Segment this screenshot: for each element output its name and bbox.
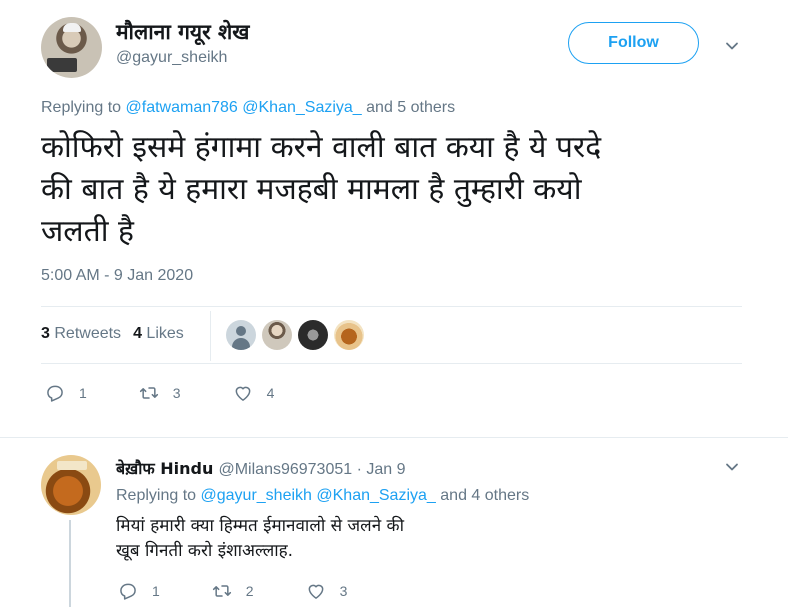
likes-label: Likes	[146, 325, 184, 342]
mention-link[interactable]: @Khan_Saziya_	[242, 99, 361, 116]
avatar-detail	[63, 23, 81, 32]
likes-stat[interactable]: 4 Likes	[133, 325, 184, 343]
like-icon	[306, 581, 326, 601]
retweet-count: 2	[245, 583, 254, 599]
chevron-down-icon[interactable]	[725, 39, 739, 53]
tweet-text-line: जलती है	[41, 214, 134, 249]
liker-avatar[interactable]	[298, 320, 328, 350]
tweet-text: कोफिरो इसमे हंगामा करने वाली बात कया है …	[41, 127, 741, 253]
retweets-stat[interactable]: 3 Retweets	[41, 325, 121, 343]
retweet-icon	[212, 581, 232, 601]
replying-prefix: Replying to	[116, 487, 197, 504]
divider	[41, 363, 742, 364]
liker-avatar[interactable]	[334, 320, 364, 350]
reply-tweet-text: मियां हमारी क्या हिम्मत ईमानवालो से जलने…	[116, 514, 616, 564]
reply-author-avatar[interactable]	[41, 455, 101, 515]
replying-suffix[interactable]: and 4 others	[440, 487, 529, 504]
reply-button[interactable]: 1	[45, 383, 87, 403]
liker-avatars	[226, 320, 364, 350]
mention-link[interactable]: @fatwaman786	[126, 99, 238, 116]
replying-suffix[interactable]: and 5 others	[366, 99, 455, 116]
avatar-detail	[47, 58, 77, 72]
retweets-count: 3	[41, 325, 50, 342]
like-button[interactable]: 4	[233, 383, 275, 403]
like-count: 3	[339, 583, 348, 599]
reply-icon	[118, 581, 138, 601]
tweet-text-line: मियां हमारी क्या हिम्मत ईमानवालो से जलने…	[116, 516, 404, 536]
retweet-icon	[139, 383, 159, 403]
like-button[interactable]: 3	[306, 581, 348, 601]
reply-author-handle-date[interactable]: @Milans96973051 · Jan 9	[218, 461, 405, 478]
tweet-text-line: खूब गिनती करो इंशाअल्लाह.	[116, 541, 294, 561]
reply-author-name[interactable]: बेख़ौफ Hindu	[116, 459, 213, 478]
retweet-button[interactable]: 2	[212, 581, 254, 601]
author-avatar[interactable]	[41, 17, 102, 78]
reply-button[interactable]: 1	[118, 581, 160, 601]
tweet-text-line: कोफिरो इसमे हंगामा करने वाली बात कया है …	[41, 130, 602, 165]
like-count: 4	[266, 385, 275, 401]
tweet-stats: 3 Retweets 4 Likes	[41, 325, 184, 343]
likes-count: 4	[133, 325, 142, 342]
tweet-actions: 1 3 4	[45, 383, 274, 403]
like-icon	[233, 383, 253, 403]
author-handle[interactable]: @gayur_sheikh	[116, 49, 227, 67]
tweet-text-line: की बात है ये हमारा मजहबी मामला है तुम्हा…	[41, 172, 582, 207]
liker-avatar[interactable]	[262, 320, 292, 350]
divider	[41, 306, 742, 307]
reply-author[interactable]: बेख़ौफ Hindu @Milans96973051 · Jan 9	[116, 457, 406, 479]
replying-prefix: Replying to	[41, 99, 122, 116]
section-divider	[0, 437, 788, 438]
replying-to: Replying to @fatwaman786 @Khan_Saziya_ a…	[41, 99, 455, 117]
reply-count: 1	[152, 583, 160, 599]
reply-count: 1	[79, 385, 87, 401]
mention-link[interactable]: @gayur_sheikh	[201, 487, 312, 504]
retweet-count: 3	[172, 385, 181, 401]
liker-avatar[interactable]	[226, 320, 256, 350]
follow-button[interactable]: Follow	[568, 22, 699, 64]
tweet-timestamp[interactable]: 5:00 AM - 9 Jan 2020	[41, 267, 193, 285]
chevron-down-icon[interactable]	[725, 460, 739, 474]
mention-link[interactable]: @Khan_Saziya_	[316, 487, 435, 504]
stats-separator	[210, 311, 211, 361]
reply-icon	[45, 383, 65, 403]
author-name[interactable]: मौलाना गयूर शेख	[116, 18, 249, 46]
retweet-button[interactable]: 3	[139, 383, 181, 403]
thread-line	[69, 520, 71, 607]
reply-tweet-actions: 1 2 3	[118, 581, 347, 601]
avatar-detail	[57, 461, 87, 470]
reply-replying-to: Replying to @gayur_sheikh @Khan_Saziya_ …	[116, 487, 529, 505]
retweets-label: Retweets	[54, 325, 122, 342]
